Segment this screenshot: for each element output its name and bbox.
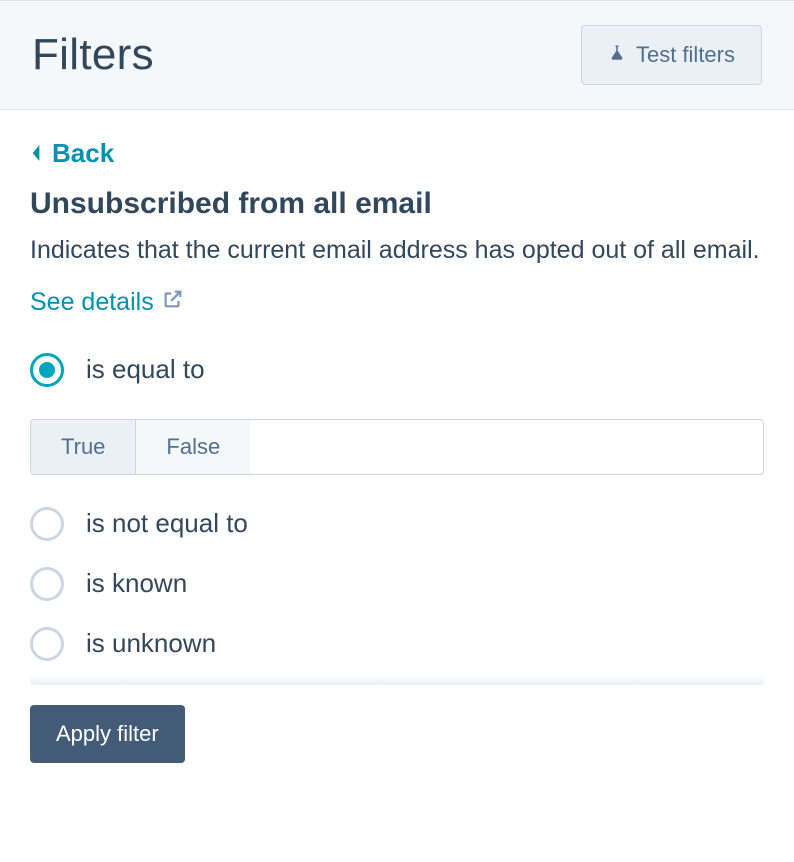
- operator-radio-group: is equal to True False is not equal to i…: [30, 353, 764, 661]
- radio-is-equal-to[interactable]: is equal to: [30, 353, 764, 387]
- radio-indicator: [30, 567, 64, 601]
- boolean-false-option[interactable]: False: [135, 420, 250, 474]
- boolean-true-option[interactable]: True: [31, 420, 135, 474]
- header-bar: Filters Test filters: [0, 0, 794, 110]
- radio-label: is equal to: [86, 354, 205, 385]
- test-filters-label: Test filters: [636, 42, 735, 68]
- apply-filter-button[interactable]: Apply filter: [30, 705, 185, 763]
- radio-indicator: [30, 627, 64, 661]
- filter-description: Indicates that the current email address…: [30, 231, 764, 270]
- content-area: Back Unsubscribed from all email Indicat…: [0, 110, 794, 783]
- radio-label: is not equal to: [86, 508, 248, 539]
- radio-label: is known: [86, 568, 187, 599]
- radio-dot-icon: [39, 362, 55, 378]
- radio-is-unknown[interactable]: is unknown: [30, 627, 764, 661]
- page-title: Filters: [32, 30, 154, 80]
- back-label: Back: [52, 138, 114, 169]
- see-details-link[interactable]: See details: [30, 288, 184, 317]
- test-filters-button[interactable]: Test filters: [581, 25, 762, 85]
- flask-icon: [608, 42, 626, 68]
- radio-is-known[interactable]: is known: [30, 567, 764, 601]
- radio-label: is unknown: [86, 628, 216, 659]
- radio-is-not-equal-to[interactable]: is not equal to: [30, 507, 764, 541]
- external-link-icon: [162, 288, 184, 317]
- see-details-label: See details: [30, 288, 154, 317]
- chevron-left-icon: [30, 138, 42, 169]
- radio-indicator: [30, 353, 64, 387]
- radio-indicator: [30, 507, 64, 541]
- back-link[interactable]: Back: [30, 138, 114, 169]
- boolean-toggle: True False: [30, 419, 764, 475]
- scroll-fade: [30, 675, 764, 685]
- filter-title: Unsubscribed from all email: [30, 187, 764, 221]
